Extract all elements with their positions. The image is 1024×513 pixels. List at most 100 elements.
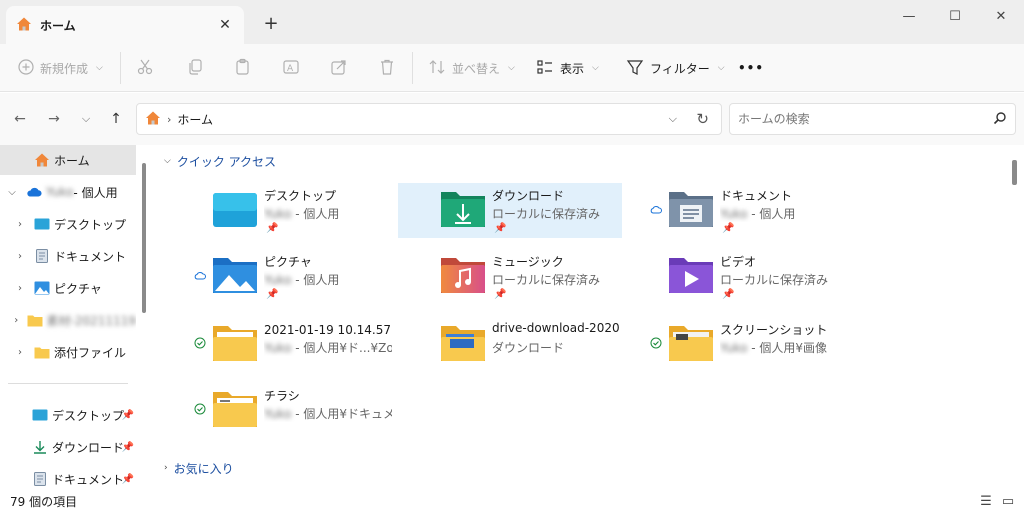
chevron-right-icon[interactable]: ›: [12, 283, 28, 294]
chevron-right-icon[interactable]: ›: [12, 251, 28, 262]
view-button[interactable]: 表示 ⌵: [536, 56, 599, 80]
item-location: Yuko - 個人用: [264, 207, 340, 221]
address-dropdown-icon[interactable]: ⌵: [669, 112, 677, 126]
item-name: 2021-01-19 10.14.57 （...: [264, 323, 392, 337]
new-tab-button[interactable]: +: [260, 12, 282, 34]
breadcrumb-separator-icon: ›: [167, 112, 172, 126]
item-name: ピクチャ: [264, 255, 312, 269]
search-box[interactable]: [729, 103, 1016, 135]
search-input[interactable]: [738, 112, 993, 126]
sidebar-pinned-downloads[interactable]: ダウンロード 📌: [0, 432, 136, 462]
filter-button[interactable]: フィルター ⌵: [626, 56, 725, 80]
refresh-icon[interactable]: ↻: [696, 110, 709, 128]
address-bar[interactable]: › ホーム ⌵ ↻: [136, 103, 722, 135]
chevron-right-icon[interactable]: ›: [12, 347, 28, 358]
close-button[interactable]: ✕: [978, 0, 1024, 32]
sort-button[interactable]: 並べ替え ⌵: [428, 56, 515, 80]
sidebar-item-folder[interactable]: › 素材-20211119: [0, 305, 136, 335]
tab-home[interactable]: ホーム ✕: [6, 6, 244, 44]
sidebar-item-label: 添付ファイル: [54, 345, 127, 360]
chevron-right-icon: ›: [164, 463, 168, 473]
picture-icon: [34, 281, 50, 295]
chevron-down-icon: ⌵: [164, 156, 171, 166]
chevron-down-icon: ⌵: [96, 63, 103, 73]
folder-icon: [34, 345, 50, 359]
quick-access-item-drive-download[interactable]: drive-download-2020041... ダウンロード: [398, 317, 622, 372]
details-view-icon[interactable]: ☰: [978, 493, 994, 509]
quick-access-item-desktop[interactable]: デスクトップ Yuko - 個人用 📌: [170, 183, 394, 238]
delete-button[interactable]: [378, 56, 396, 80]
up-arrow-icon[interactable]: ↑: [106, 109, 126, 129]
item-name: ダウンロード: [492, 189, 565, 203]
sidebar-scrollbar[interactable]: [142, 163, 146, 313]
share-button[interactable]: [330, 56, 348, 80]
item-location: ダウンロード: [492, 341, 565, 355]
videos-folder-icon: [669, 258, 713, 293]
pin-icon: 📌: [494, 223, 507, 234]
minimize-button[interactable]: —: [886, 0, 932, 32]
favorites-header[interactable]: › お気に入り: [164, 458, 234, 478]
sidebar-item-label: ドキュメント: [52, 472, 125, 487]
chevron-down-icon[interactable]: ⌵: [4, 187, 20, 198]
cut-button[interactable]: [136, 56, 154, 80]
cloud-icon: [26, 185, 42, 199]
trash-icon: [378, 58, 396, 79]
new-button-label: 新規作成: [40, 61, 89, 76]
document-icon: [34, 249, 50, 263]
recent-chevron-icon[interactable]: ⌵: [76, 109, 96, 129]
desktop-folder-icon: [213, 193, 257, 227]
back-arrow-icon[interactable]: ←: [10, 109, 30, 129]
tab-close-icon[interactable]: ✕: [216, 16, 234, 34]
new-button[interactable]: 新規作成 ⌵: [18, 56, 103, 80]
filter-button-label: フィルター: [650, 61, 710, 76]
sidebar-item-home[interactable]: ホーム: [0, 145, 136, 175]
more-options-button[interactable]: •••: [738, 56, 764, 80]
rename-button[interactable]: A: [282, 56, 300, 80]
sidebar-item-onedrive[interactable]: ⌵ Yuko - 個人用: [0, 177, 136, 207]
sidebar-pinned-documents[interactable]: ドキュメント 📌: [0, 464, 136, 490]
desktop-icon: [34, 217, 50, 231]
content-scrollbar[interactable]: [1012, 160, 1017, 185]
paste-button[interactable]: [234, 56, 252, 80]
forward-arrow-icon[interactable]: →: [44, 109, 64, 129]
quick-access-item-flyers[interactable]: チラシ Yuko - 個人用¥ドキュメント: [170, 383, 394, 438]
sidebar-item-label-blurred: Yuko: [46, 185, 74, 199]
sidebar-item-label: ドキュメント: [54, 249, 127, 264]
quick-access-item-music[interactable]: ミュージック ローカルに保存済み 📌: [398, 249, 622, 304]
pin-icon: 📌: [266, 223, 279, 234]
quick-access-item-zoom-folder[interactable]: 2021-01-19 10.14.57 （... Yuko - 個人用¥ド...…: [170, 317, 394, 372]
document-icon: [32, 472, 48, 486]
quick-access-item-downloads[interactable]: ダウンロード ローカルに保存済み 📌: [398, 183, 622, 238]
breadcrumb-home[interactable]: ホーム: [177, 111, 213, 128]
tiles-view-icon[interactable]: ▭: [1000, 493, 1016, 509]
folder-icon: [213, 326, 257, 361]
maximize-button[interactable]: ☐: [932, 0, 978, 32]
sidebar-item-desktop[interactable]: › デスクトップ: [0, 209, 136, 239]
quick-access-item-documents[interactable]: ドキュメント Yuko - 個人用 📌: [626, 183, 850, 238]
item-name: ビデオ: [720, 255, 757, 269]
pin-icon: 📌: [266, 289, 279, 300]
quick-access-item-screenshots[interactable]: スクリーンショット Yuko - 個人用¥画像: [626, 317, 850, 372]
svg-text:A: A: [287, 64, 294, 74]
quick-access-item-pictures[interactable]: ピクチャ Yuko - 個人用 📌: [170, 249, 394, 304]
sidebar-item-attachments[interactable]: › 添付ファイル: [0, 337, 136, 367]
quick-access-item-videos[interactable]: ビデオ ローカルに保存済み 📌: [626, 249, 850, 304]
chevron-right-icon[interactable]: ›: [12, 219, 28, 230]
quick-access-header[interactable]: ⌵ クイック アクセス: [164, 151, 276, 171]
pin-icon: 📌: [121, 441, 134, 453]
pin-icon: 📌: [121, 409, 134, 421]
search-icon[interactable]: [993, 111, 1007, 128]
sidebar-item-pictures[interactable]: › ピクチャ: [0, 273, 136, 303]
view-button-label: 表示: [560, 61, 585, 76]
synced-check-icon: [194, 337, 206, 349]
copy-button[interactable]: [186, 56, 204, 80]
chevron-right-icon[interactable]: ›: [12, 315, 21, 326]
title-bar: ホーム ✕ + — ☐ ✕: [0, 0, 1024, 44]
status-bar: 79 個の項目: [0, 490, 1024, 513]
chevron-down-icon: ⌵: [592, 63, 599, 73]
folder-icon: [213, 392, 257, 427]
folder-icon: [669, 326, 713, 361]
sidebar-pinned-desktop[interactable]: デスクトップ 📌: [0, 400, 136, 430]
sidebar-item-documents[interactable]: › ドキュメント: [0, 241, 136, 271]
scissors-icon: [136, 58, 154, 79]
